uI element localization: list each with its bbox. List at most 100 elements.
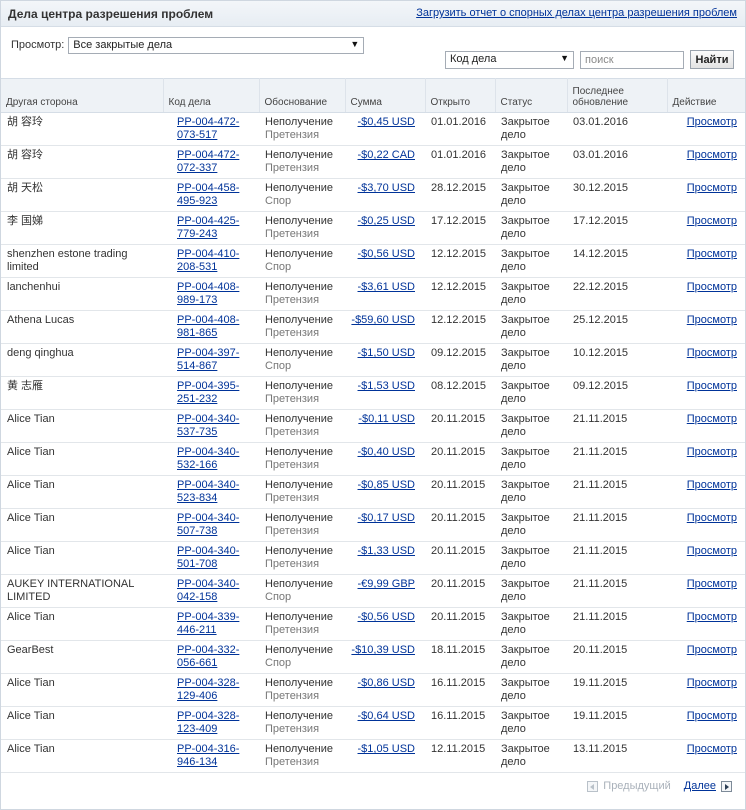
case-id-link[interactable]: PP-004-340-523-834 (169, 479, 255, 505)
case-id-link[interactable]: PP-004-340-532-166 (169, 446, 255, 472)
case-id-link[interactable]: PP-004-340-537-735 (169, 413, 255, 439)
cell-party: Alice Tian (1, 673, 163, 707)
cell-action: Просмотр (667, 574, 745, 608)
view-case-link[interactable]: Просмотр (673, 677, 741, 690)
amount-link[interactable]: -$1,53 USD (351, 380, 421, 393)
case-id-link[interactable]: PP-004-408-989-173 (169, 281, 255, 307)
case-id-link[interactable]: PP-004-339-446-211 (169, 611, 255, 637)
case-id-link[interactable]: PP-004-328-123-409 (169, 710, 255, 736)
cell-party: Alice Tian (1, 607, 163, 641)
case-id-link[interactable]: PP-004-395-251-232 (169, 380, 255, 406)
reason-text: Неполучение (265, 479, 333, 491)
amount-link[interactable]: -$0,64 USD (351, 710, 421, 723)
amount-link[interactable]: -$0,85 USD (351, 479, 421, 492)
amount-link[interactable]: -$3,70 USD (351, 182, 421, 195)
cell-case-id: PP-004-397-514-867 (163, 343, 259, 377)
case-id-link[interactable]: PP-004-397-514-867 (169, 347, 255, 373)
cell-amount: -$0,45 USD (345, 112, 425, 146)
cell-action: Просмотр (667, 508, 745, 542)
case-id-link[interactable]: PP-004-332-056-661 (169, 644, 255, 670)
view-case-link[interactable]: Просмотр (673, 710, 741, 723)
case-id-link[interactable]: PP-004-328-129-406 (169, 677, 255, 703)
reason-text: Неполучение (265, 512, 333, 524)
opened-date: 20.11.2015 (431, 413, 486, 425)
amount-link[interactable]: -$0,56 USD (351, 611, 421, 624)
case-id-link[interactable]: PP-004-425-779-243 (169, 215, 255, 241)
amount-link[interactable]: -€9,99 GBP (351, 578, 421, 591)
view-filter-select[interactable]: Все закрытые дела ▼ (68, 36, 365, 54)
amount-link[interactable]: -$0,11 USD (351, 413, 421, 426)
view-case-link[interactable]: Просмотр (673, 281, 741, 294)
case-id-link[interactable]: PP-004-472-072-337 (169, 149, 255, 175)
search-type-select[interactable]: Код дела ▼ (445, 50, 574, 69)
opened-date: 16.11.2015 (431, 710, 486, 722)
view-case-link[interactable]: Просмотр (673, 512, 741, 525)
cell-updated: 30.12.2015 (567, 178, 667, 212)
amount-link[interactable]: -$0,17 USD (351, 512, 421, 525)
view-case-link[interactable]: Просмотр (673, 314, 741, 327)
search-bar: Код дела ▼ Найти (445, 50, 734, 69)
view-case-link[interactable]: Просмотр (673, 248, 741, 261)
updated-date: 30.12.2015 (573, 182, 629, 194)
amount-link[interactable]: -$3,61 USD (351, 281, 421, 294)
amount-link[interactable]: -$0,56 USD (351, 248, 421, 261)
view-case-link[interactable]: Просмотр (673, 611, 741, 624)
amount-link[interactable]: -$1,50 USD (351, 347, 421, 360)
view-case-link[interactable]: Просмотр (673, 479, 741, 492)
next-page-icon[interactable] (721, 780, 732, 792)
case-id-link[interactable]: PP-004-340-501-708 (169, 545, 255, 571)
view-case-link[interactable]: Просмотр (673, 215, 741, 228)
download-report-link[interactable]: Загрузить отчет о спорных делах центра р… (416, 7, 737, 19)
cell-opened: 12.12.2015 (425, 277, 495, 311)
view-case-link[interactable]: Просмотр (673, 149, 741, 162)
updated-date: 21.11.2015 (573, 479, 628, 491)
updated-date: 03.01.2016 (573, 149, 629, 161)
view-case-link[interactable]: Просмотр (673, 116, 741, 129)
case-id-link[interactable]: PP-004-472-073-517 (169, 116, 255, 142)
next-page-link[interactable]: Далее (684, 780, 716, 792)
search-input[interactable] (580, 50, 684, 69)
amount-link[interactable]: -$0,40 USD (351, 446, 421, 459)
view-case-link[interactable]: Просмотр (673, 578, 741, 591)
amount-link[interactable]: -$10,39 USD (351, 644, 421, 657)
opened-date: 17.12.2015 (431, 215, 487, 227)
view-case-link[interactable]: Просмотр (673, 413, 741, 426)
table-row: Alice Tian PP-004-340-532-166 Неполучение П… (1, 442, 745, 476)
other-party-name: Athena Lucas (7, 314, 75, 326)
case-id-link[interactable]: PP-004-340-042-158 (169, 578, 255, 604)
amount-link[interactable]: -$1,05 USD (351, 743, 421, 756)
cell-reason: Неполучение Претензия (259, 310, 345, 344)
view-case-link[interactable]: Просмотр (673, 446, 741, 459)
cell-party: shenzhen estone trading limited (1, 244, 163, 278)
view-case-link[interactable]: Просмотр (673, 380, 741, 393)
reason-text: Неполучение (265, 281, 333, 293)
view-case-link[interactable]: Просмотр (673, 182, 741, 195)
cell-action: Просмотр (667, 211, 745, 245)
amount-link[interactable]: -$0,86 USD (351, 677, 421, 690)
cell-case-id: PP-004-410-208-531 (163, 244, 259, 278)
reason-text: Неполучение (265, 380, 333, 392)
status-text: Закрытое дело (501, 314, 550, 339)
amount-link[interactable]: -$59,60 USD (351, 314, 421, 327)
case-type-text: Претензия (265, 294, 320, 306)
view-case-link[interactable]: Просмотр (673, 347, 741, 360)
amount-link[interactable]: -$1,33 USD (351, 545, 421, 558)
view-case-link[interactable]: Просмотр (673, 545, 741, 558)
case-id-link[interactable]: PP-004-458-495-923 (169, 182, 255, 208)
amount-link[interactable]: -$0,45 USD (351, 116, 421, 129)
view-case-link[interactable]: Просмотр (673, 743, 741, 756)
case-id-link[interactable]: PP-004-340-507-738 (169, 512, 255, 538)
status-text: Закрытое дело (501, 710, 550, 735)
amount-link[interactable]: -$0,25 USD (351, 215, 421, 228)
case-id-link[interactable]: PP-004-408-981-865 (169, 314, 255, 340)
amount-link[interactable]: -$0,22 CAD (351, 149, 421, 162)
view-case-link[interactable]: Просмотр (673, 644, 741, 657)
find-button[interactable]: Найти (690, 50, 734, 69)
updated-date: 21.11.2015 (573, 512, 628, 524)
cell-reason: Неполучение Претензия (259, 739, 345, 773)
cell-status: Закрытое дело (495, 343, 567, 377)
opened-date: 28.12.2015 (431, 182, 487, 194)
case-id-link[interactable]: PP-004-316-946-134 (169, 743, 255, 769)
cell-status: Закрытое дело (495, 277, 567, 311)
case-id-link[interactable]: PP-004-410-208-531 (169, 248, 255, 274)
